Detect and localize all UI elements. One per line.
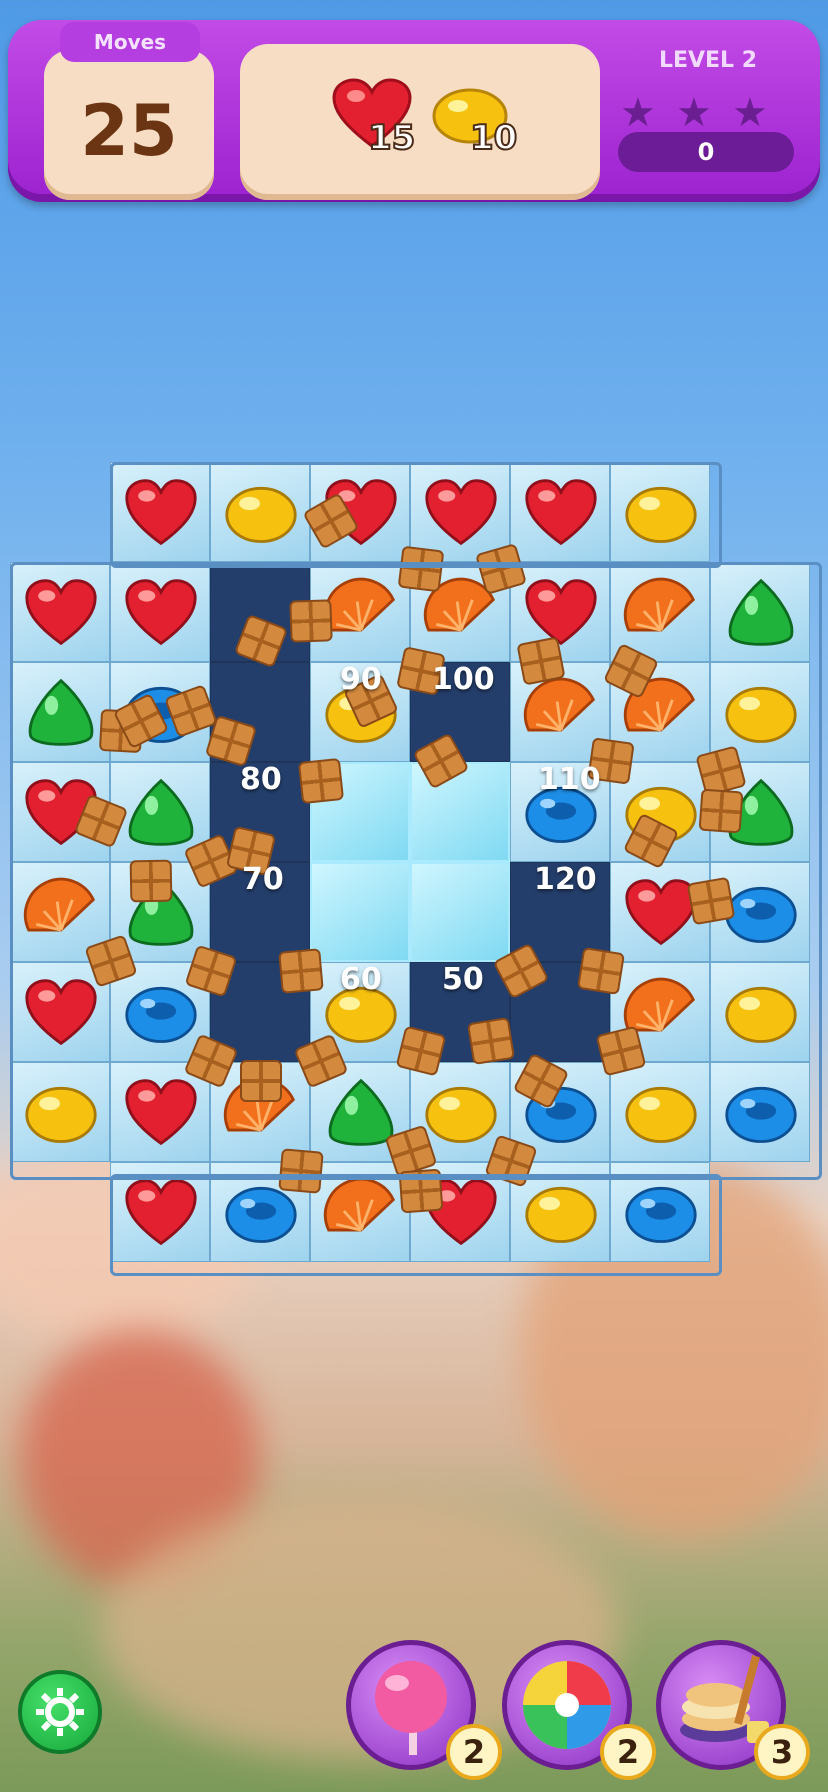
- waffle-debris-piece: [297, 757, 345, 805]
- settings-button[interactable]: [18, 1670, 102, 1754]
- orange-slice-candy-icon: [523, 677, 596, 732]
- score-popup: 80: [240, 762, 282, 797]
- heart-candy-icon: [25, 979, 97, 1046]
- lemon-candy-tile[interactable]: [610, 462, 710, 562]
- score-popup: 60: [340, 962, 382, 997]
- score-popup: 120: [534, 862, 597, 897]
- level-label: LEVEL 2: [658, 48, 758, 73]
- pancake-brush-booster-count: 3: [754, 1724, 810, 1780]
- star-icon: ★: [732, 90, 768, 136]
- waffle-debris-piece: [516, 636, 566, 686]
- color-swirl-booster-count: 2: [600, 1724, 656, 1780]
- orange-slice-candy-icon: [323, 1177, 396, 1232]
- waffle-debris-piece: [576, 946, 626, 996]
- score-popup: 50: [442, 962, 484, 997]
- lemon-candy-tile[interactable]: [210, 462, 310, 562]
- lollipop-booster-count: 2: [446, 1724, 502, 1780]
- top-hud-panel: Moves 25 15 10 LEVEL 2 ★ ★ ★ 0: [8, 20, 820, 202]
- heart-candy-icon: [525, 479, 597, 546]
- heart-candy-icon: [25, 579, 97, 646]
- score-popup: 110: [538, 762, 601, 797]
- heart-candy-icon: [125, 1079, 197, 1146]
- score-popup: 100: [432, 662, 495, 697]
- orange-slice-candy-icon: [623, 577, 696, 632]
- waffle-debris-piece: [129, 859, 173, 903]
- blue-ring-candy-icon: [125, 986, 197, 1043]
- moves-counter: 25: [80, 90, 178, 172]
- heart-candy-icon: [125, 479, 197, 546]
- waffle-debris-piece: [698, 788, 744, 834]
- lemon-candy-icon: [625, 486, 697, 543]
- lemon-candy-icon: [725, 686, 797, 743]
- lemon-candy-tile[interactable]: [610, 1062, 710, 1162]
- waffle-debris-piece: [397, 545, 445, 593]
- lemon-goal-count: 10: [469, 117, 518, 159]
- lemon-candy-icon: [725, 986, 797, 1043]
- green-gumdrop-candy-tile[interactable]: [10, 662, 110, 762]
- waffle-debris-piece: [398, 1168, 444, 1214]
- green-gumdrop-candy-icon: [28, 678, 94, 746]
- heart-candy-tile[interactable]: [110, 562, 210, 662]
- green-gumdrop-candy-icon: [728, 578, 794, 646]
- blue-ring-candy-tile[interactable]: [610, 1162, 710, 1262]
- waffle-debris-piece: [686, 876, 736, 926]
- moves-label: Moves: [60, 22, 200, 62]
- heart-candy-tile[interactable]: [10, 562, 110, 662]
- heart-candy-tile[interactable]: [410, 462, 510, 562]
- star-icon: ★: [676, 90, 712, 136]
- waffle-debris-piece: [278, 948, 324, 994]
- lemon-candy-icon: [525, 1186, 597, 1243]
- lemon-candy-tile[interactable]: [710, 962, 810, 1062]
- green-gumdrop-candy-tile[interactable]: [710, 562, 810, 662]
- orange-slice-candy-tile[interactable]: [310, 1162, 410, 1262]
- green-gumdrop-candy-icon: [128, 778, 194, 846]
- lemon-candy-icon: [25, 1086, 97, 1143]
- blue-ring-candy-icon: [725, 1086, 797, 1143]
- heart-candy-tile[interactable]: [510, 462, 610, 562]
- goals-panel: 15 10: [240, 44, 600, 200]
- star-icon: ★: [620, 90, 656, 136]
- score-popup: 90: [340, 662, 382, 697]
- heart-candy-icon: [425, 479, 497, 546]
- orange-slice-candy-icon: [23, 877, 96, 932]
- heart-candy-icon: [125, 579, 197, 646]
- lemon-candy-icon: [625, 1086, 697, 1143]
- lemon-candy-icon: [425, 1086, 497, 1143]
- orange-slice-candy-icon: [323, 577, 396, 632]
- blue-ring-candy-tile[interactable]: [710, 1062, 810, 1162]
- lemon-candy-icon: [225, 486, 297, 543]
- heart-candy-tile[interactable]: [110, 1162, 210, 1262]
- heart-candy-tile[interactable]: [110, 462, 210, 562]
- lemon-candy-tile[interactable]: [10, 1062, 110, 1162]
- heart-goal-count: 15: [367, 117, 416, 159]
- score-popup: 70: [242, 862, 284, 897]
- glass-block-tile: [310, 862, 410, 962]
- score-counter: 0: [618, 132, 794, 172]
- waffle-debris-piece: [278, 1148, 324, 1194]
- glass-block-tile: [410, 862, 510, 962]
- waffle-debris-piece: [240, 1060, 282, 1102]
- heart-candy-icon: [525, 579, 597, 646]
- heart-candy-icon: [125, 1179, 197, 1246]
- gear-icon: [36, 1688, 84, 1736]
- waffle-debris-piece: [466, 1016, 516, 1066]
- waffle-debris-piece: [289, 599, 333, 643]
- blue-ring-candy-icon: [625, 1186, 697, 1243]
